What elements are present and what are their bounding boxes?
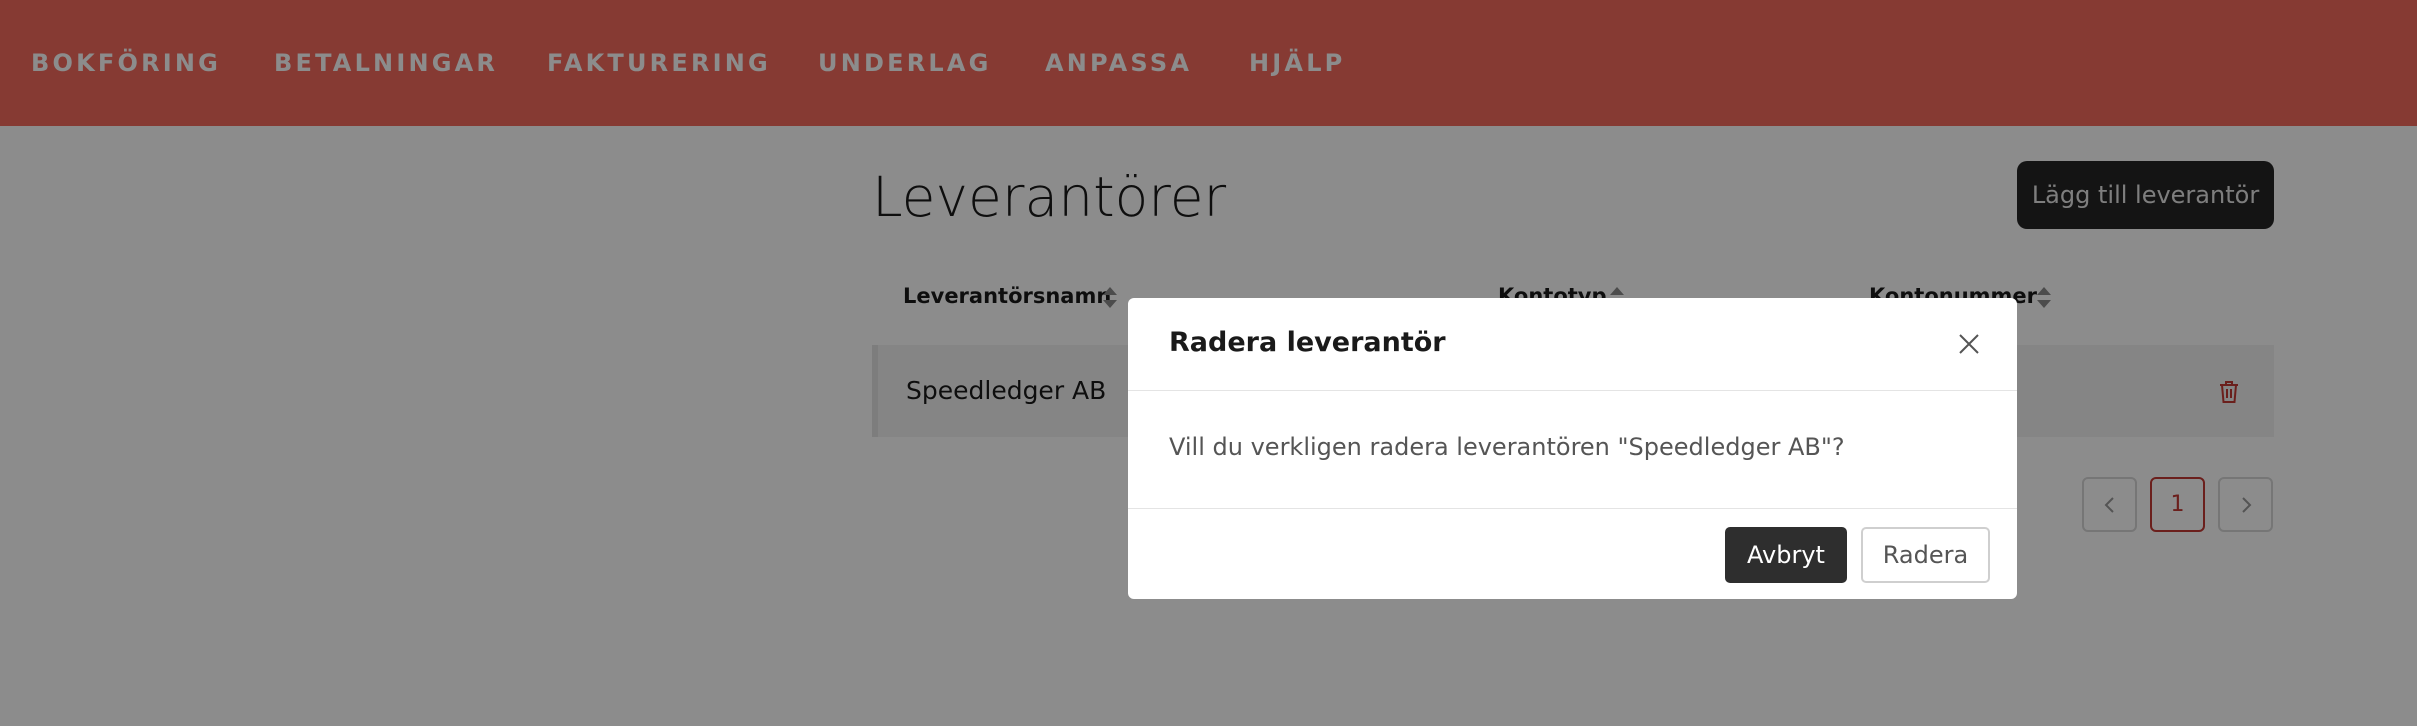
dialog-divider <box>1128 508 2017 509</box>
dialog-message: Vill du verkligen radera leverantören "S… <box>1169 433 1845 461</box>
dialog-divider <box>1128 390 2017 391</box>
cancel-button[interactable]: Avbryt <box>1725 527 1847 583</box>
delete-supplier-dialog: Radera leverantör Vill du verkligen rade… <box>1128 298 2017 599</box>
close-icon[interactable] <box>1957 332 1981 356</box>
dialog-title: Radera leverantör <box>1169 327 1446 358</box>
delete-button[interactable]: Radera <box>1861 527 1990 583</box>
